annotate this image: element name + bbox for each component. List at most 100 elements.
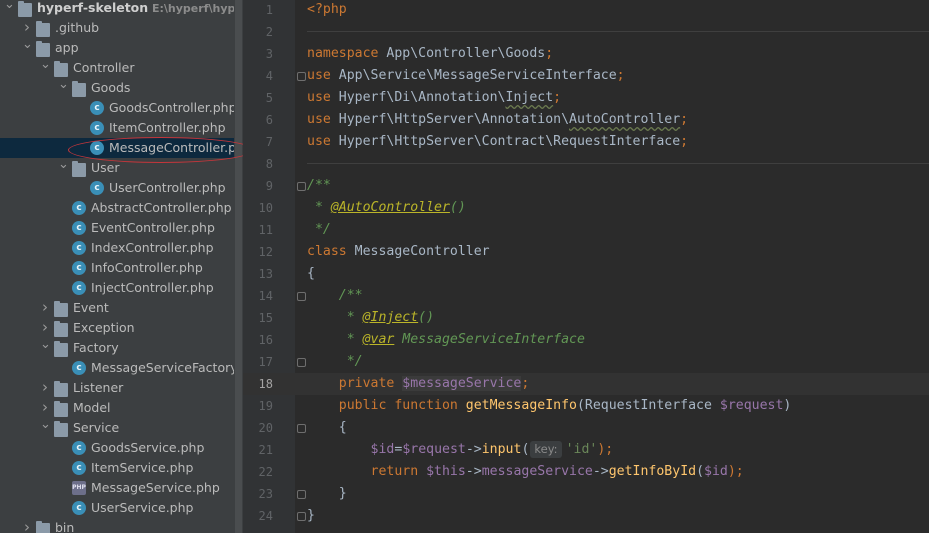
- code-line[interactable]: * @AutoController(): [307, 197, 466, 219]
- project-tree-scrollbar[interactable]: [234, 0, 243, 533]
- fold-marker-icon[interactable]: [297, 424, 306, 433]
- chevron-down-icon[interactable]: ⌄: [22, 38, 33, 58]
- tree-item-label: Controller: [73, 60, 135, 75]
- chevron-right-icon[interactable]: ›: [40, 318, 50, 338]
- code-line[interactable]: return $this->messageService->getInfoByI…: [307, 461, 744, 483]
- chevron-right-icon[interactable]: ›: [40, 378, 50, 398]
- tree-folder-row[interactable]: › .github: [0, 18, 243, 38]
- line-number: 20: [258, 421, 273, 435]
- code-token: $id: [704, 464, 728, 479]
- code-line[interactable]: public function getMessageInfo(RequestIn…: [307, 395, 792, 417]
- line-number: 1: [265, 3, 273, 17]
- code-token: (): [449, 200, 466, 215]
- chevron-down-icon[interactable]: ⌄: [4, 0, 15, 18]
- code-editor[interactable]: <?php namespace App\Controller\Goods; use …: [295, 0, 929, 533]
- code-token: (: [521, 442, 530, 457]
- tree-folder-row[interactable]: ⌄ Factory: [0, 338, 243, 358]
- chevron-down-icon[interactable]: ⌄: [58, 158, 69, 178]
- line-number: 13: [258, 267, 273, 281]
- code-line[interactable]: <?php: [307, 0, 347, 21]
- code-line[interactable]: }: [307, 505, 315, 527]
- fold-marker-icon[interactable]: [297, 490, 306, 499]
- tree-file-row[interactable]: c EventController.php: [0, 218, 243, 238]
- chevron-down-icon[interactable]: ⌄: [40, 338, 51, 358]
- code-line[interactable]: * @var MessageServiceInterface: [307, 329, 585, 351]
- code-line[interactable]: */: [307, 219, 331, 241]
- tree-file-row[interactable]: c InjectController.php: [0, 278, 243, 298]
- code-line[interactable]: namespace App\Controller\Goods;: [307, 43, 553, 65]
- fold-marker-icon[interactable]: [297, 358, 306, 367]
- line-number: 18: [258, 377, 273, 391]
- tree-folder-row[interactable]: ⌄ User: [0, 158, 243, 178]
- code-line[interactable]: {: [307, 417, 347, 439]
- code-token: Hyperf\HttpServer\Contract\RequestInterf…: [338, 134, 681, 149]
- code-line[interactable]: use App\Service\MessageServiceInterface;: [307, 65, 625, 87]
- tree-folder-row[interactable]: ⌄ Service: [0, 418, 243, 438]
- tree-file-row[interactable]: c GoodsService.php: [0, 438, 243, 458]
- tree-file-row[interactable]: c UserService.php: [0, 498, 243, 518]
- code-line[interactable]: private $messageService;: [307, 373, 529, 395]
- code-line[interactable]: {: [307, 263, 315, 285]
- code-token: <?php: [307, 2, 347, 17]
- code-line[interactable]: }: [307, 483, 347, 505]
- code-token: Hyperf\HttpServer\Annotation\: [338, 112, 570, 127]
- code-token: ->: [465, 464, 482, 479]
- code-line[interactable]: $id=$request->input(key:'id');: [307, 439, 613, 461]
- code-line[interactable]: use Hyperf\HttpServer\Annotation\AutoCon…: [307, 109, 688, 131]
- chevron-right-icon[interactable]: ›: [40, 398, 50, 418]
- code-line[interactable]: class MessageController: [307, 241, 490, 263]
- code-token: $request: [402, 442, 466, 457]
- scrollbar-thumb[interactable]: [235, 0, 242, 533]
- tree-folder-row[interactable]: ⌄ hyperf-skeleton E:\hyperf\hyperf-s: [0, 0, 243, 18]
- chevron-right-icon[interactable]: ›: [22, 518, 32, 533]
- tree-folder-row[interactable]: › Listener: [0, 378, 243, 398]
- tree-folder-row[interactable]: › Event: [0, 298, 243, 318]
- project-tree: ⌄hyperf-skeleton E:\hyperf\hyperf-s›.git…: [0, 0, 243, 533]
- tree-folder-row[interactable]: ⌄ app: [0, 38, 243, 58]
- line-number: 21: [258, 443, 273, 457]
- code-line[interactable]: /**: [307, 285, 363, 307]
- fold-marker-icon[interactable]: [297, 292, 306, 301]
- tree-file-row[interactable]: c ItemService.php: [0, 458, 243, 478]
- tree-item-label: UserController.php: [109, 180, 226, 195]
- code-token: }: [307, 486, 347, 501]
- tree-file-row[interactable]: c UserController.php: [0, 178, 243, 198]
- tree-file-row[interactable]: c IndexController.php: [0, 238, 243, 258]
- tree-folder-row[interactable]: ⌄ Goods: [0, 78, 243, 98]
- folder-icon: [18, 1, 32, 17]
- tree-file-row[interactable]: c MessageServiceFactory.php: [0, 358, 243, 378]
- tree-file-row[interactable]: PHP MessageService.php: [0, 478, 243, 498]
- tree-file-row[interactable]: c InfoController.php: [0, 258, 243, 278]
- chevron-down-icon[interactable]: ⌄: [40, 58, 51, 78]
- tree-folder-row[interactable]: › Exception: [0, 318, 243, 338]
- code-token: class: [307, 244, 355, 259]
- chevron-down-icon[interactable]: ⌄: [40, 418, 51, 438]
- code-token: @Inject: [362, 310, 419, 325]
- tree-folder-row[interactable]: › Model: [0, 398, 243, 418]
- tree-item-label: Model: [73, 400, 111, 415]
- tree-file-row[interactable]: c GoodsController.php: [0, 98, 243, 118]
- chevron-down-icon[interactable]: ⌄: [58, 78, 69, 98]
- php-class-icon: c: [90, 181, 104, 195]
- code-line[interactable]: use Hyperf\HttpServer\Contract\RequestIn…: [307, 131, 688, 153]
- chevron-right-icon[interactable]: ›: [40, 298, 50, 318]
- fold-marker-icon[interactable]: [297, 182, 306, 191]
- php-class-icon: c: [72, 461, 86, 475]
- fold-marker-icon[interactable]: [297, 72, 306, 81]
- tree-folder-row[interactable]: ⌄ Controller: [0, 58, 243, 78]
- tree-item-label: MessageService.php: [91, 480, 220, 495]
- code-token: MessageController: [354, 244, 490, 259]
- fold-marker-icon[interactable]: [297, 512, 306, 521]
- tree-file-row[interactable]: c AbstractController.php: [0, 198, 243, 218]
- php-class-icon: c: [72, 201, 86, 215]
- chevron-right-icon[interactable]: ›: [22, 18, 32, 38]
- tree-item-label: InjectController.php: [91, 280, 214, 295]
- code-line[interactable]: * @Inject(): [307, 307, 434, 329]
- parameter-hint: key:: [530, 441, 562, 458]
- code-line[interactable]: */: [307, 351, 363, 373]
- tree-file-row[interactable]: c MessageController.php: [0, 138, 243, 158]
- tree-folder-row[interactable]: › bin: [0, 518, 243, 533]
- tree-file-row[interactable]: c ItemController.php: [0, 118, 243, 138]
- code-line[interactable]: /**: [307, 175, 331, 197]
- code-line[interactable]: use Hyperf\Di\Annotation\Inject;: [307, 87, 561, 109]
